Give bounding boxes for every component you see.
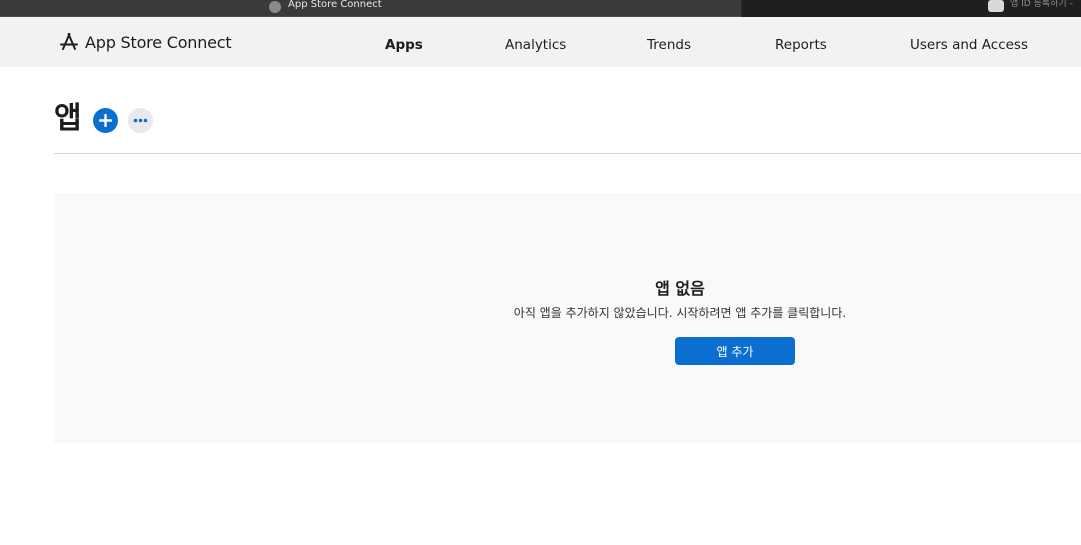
title-divider [54,153,1081,154]
nav-analytics[interactable]: Analytics [505,37,566,53]
browser-tab-strip: App Store Connect 앱 ID 등록하기 - [0,0,1081,17]
app-header: App Store Connect Apps Analytics Trends … [0,17,1081,67]
empty-state-title: 앱 없음 [54,275,1081,299]
empty-state-description-text: 아직 앱을 추가하지 않았습니다. 시작하려면 앱 추가를 클릭합니다. [513,306,847,320]
nav-trends[interactable]: Trends [647,37,691,53]
brand-link[interactable]: App Store Connect [59,30,232,54]
brand-name: App Store Connect [85,32,232,52]
page-title: 앱 [54,101,82,136]
empty-state-panel: 앱 없음 아직 앱을 추가하지 않았습니다. 시작하려면 앱 추가를 클릭합니다… [54,193,1081,443]
more-options-button[interactable] [128,108,153,133]
add-app-circle-button[interactable] [93,108,118,133]
add-app-button[interactable]: 앱 추가 [675,337,795,365]
ellipsis-icon [133,118,148,123]
nav-users-and-access[interactable]: Users and Access [910,37,1028,53]
nav-reports[interactable]: Reports [775,37,827,53]
nav-apps[interactable]: Apps [385,37,423,53]
browser-tab-app-store-connect[interactable]: App Store Connect [0,0,741,17]
apple-favicon-icon [269,1,281,13]
apple-favicon-icon [988,0,1004,12]
plus-icon [99,114,112,127]
browser-tab-register-app-id[interactable]: 앱 ID 등록하기 - [742,0,1081,17]
browser-tab-title: App Store Connect [288,0,382,10]
browser-tab-title: 앱 ID 등록하기 - [1010,0,1073,9]
empty-state-description: 아직 앱을 추가하지 않았습니다. 시작하려면 앱 추가를 클릭합니다. [54,304,1081,321]
app-store-a-icon [60,33,78,50]
empty-state-title-text: 앱 없음 [655,279,705,298]
